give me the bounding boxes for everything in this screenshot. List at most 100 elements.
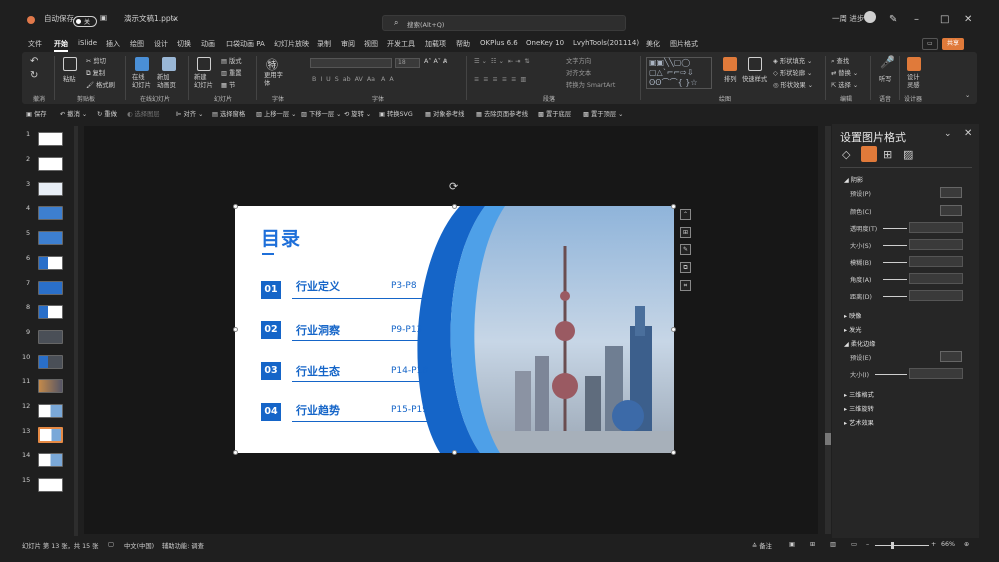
search-box[interactable]: ⌕ 搜索(Alt+Q) xyxy=(382,15,626,31)
undo-icon[interactable]: ↶ xyxy=(30,56,38,67)
canvas-scrollbar[interactable] xyxy=(825,126,831,534)
soft-preset-select[interactable] xyxy=(940,351,962,362)
tab-insert[interactable]: 插入 xyxy=(106,39,120,49)
transparency-slider[interactable] xyxy=(883,228,907,229)
fit-slide-icon[interactable]: ⊕ xyxy=(964,541,969,548)
slide-thumbnail-9[interactable] xyxy=(38,330,63,344)
angle-input[interactable] xyxy=(909,273,963,284)
tab-draw[interactable]: 绘图 xyxy=(130,39,144,49)
qat-selection-pane[interactable]: ▤ 选择窗格 xyxy=(212,109,245,118)
grow-font-icon[interactable]: A˄ A˅ A̷ xyxy=(424,58,447,65)
pane-close-icon[interactable]: ✕ xyxy=(964,128,972,139)
distance-slider[interactable] xyxy=(883,296,907,297)
tab-developer[interactable]: 开发工具 xyxy=(387,39,415,49)
shadow-section[interactable]: ◢ 阴影 xyxy=(844,175,863,184)
arrange-button[interactable]: 排列 xyxy=(724,74,737,83)
slide-thumbnail-15[interactable] xyxy=(38,478,63,492)
share-button[interactable]: 共享 xyxy=(942,38,965,50)
canvas-scroll-thumb[interactable] xyxy=(825,433,831,445)
font-style-buttons[interactable]: B I U S ab AV Aa A A xyxy=(312,76,394,83)
shapes-gallery[interactable]: ▣▣╲╲▢◯ ▢△ˋ⌐⌐⇨⇩ ʘʘ⌒⌒{ }☆ xyxy=(646,57,712,89)
tab-onekey[interactable]: OneKey 10 xyxy=(526,39,564,47)
close-icon[interactable]: ✕ xyxy=(964,14,972,25)
soft-edges-section[interactable]: ◢ 柔化边缘 xyxy=(844,339,875,348)
fill-line-icon[interactable]: ◇ xyxy=(842,148,850,161)
shadow-preset-select[interactable] xyxy=(940,187,962,198)
shape-outline-button[interactable]: ◇ 形状轮廓 ⌄ xyxy=(773,68,812,77)
slideshow-icon[interactable]: ▭ xyxy=(851,541,857,548)
collapse-side-icon[interactable]: ⌃ xyxy=(680,209,691,220)
replace-button[interactable]: ⇄ 替换 ⌄ xyxy=(831,68,858,77)
slide-sorter-icon[interactable]: ⊞ xyxy=(810,541,815,548)
size-input[interactable] xyxy=(909,239,963,250)
designer-button[interactable]: 设计 灵感 xyxy=(907,74,920,90)
list-buttons[interactable]: ☰ ⌄ ☷ ⌄ ⇤ ⇥ ⇅ xyxy=(474,58,530,65)
glow-section[interactable]: ▸ 发光 xyxy=(844,325,861,334)
soft-size-input[interactable] xyxy=(909,368,963,379)
paste-icon[interactable] xyxy=(63,57,77,71)
style-icon[interactable]: ✎ xyxy=(680,244,691,255)
tab-file[interactable]: 文件 xyxy=(28,39,42,49)
pen-icon[interactable]: ✎ xyxy=(889,14,897,25)
font-size-select[interactable]: 18 xyxy=(395,58,420,68)
resize-handle[interactable] xyxy=(671,204,676,209)
new-slide-button[interactable]: 新建 幻灯片 xyxy=(194,74,213,90)
reset-button[interactable]: ▥ 重置 xyxy=(221,68,242,77)
language-indicator[interactable]: 中文(中国) xyxy=(124,541,154,550)
qat-bring-to-front[interactable]: ▩ 置于顶层 ⌄ xyxy=(583,109,623,118)
online-slides-button[interactable]: 在线 幻灯片 xyxy=(132,74,151,90)
online-slides-icon[interactable] xyxy=(135,57,149,71)
resize-handle[interactable] xyxy=(671,327,676,332)
tab-help[interactable]: 帮助 xyxy=(456,39,470,49)
copy-style-icon[interactable]: ⧉ xyxy=(680,262,691,273)
tab-okplus[interactable]: OKPlus 6.6 xyxy=(480,39,518,47)
copy-button[interactable]: ⧉ 复制 xyxy=(86,68,105,78)
cut-button[interactable]: ✂ 剪切 xyxy=(86,56,106,65)
minimize-icon[interactable]: – xyxy=(914,14,919,25)
file-name[interactable]: 演示文稿1.pptx xyxy=(124,13,178,24)
tab-slideshow[interactable]: 幻灯片放映 xyxy=(274,39,309,49)
normal-view-icon[interactable]: ▣ xyxy=(789,541,795,548)
select-button[interactable]: ⇱ 选择 ⌄ xyxy=(831,80,858,89)
pane-options-icon[interactable]: ⌄ xyxy=(944,129,952,139)
resize-handle[interactable] xyxy=(452,204,457,209)
zoom-out-icon[interactable]: – xyxy=(866,541,869,548)
redo-icon[interactable]: ↻ xyxy=(30,70,38,81)
crop-icon[interactable]: ⌗ xyxy=(680,280,691,291)
zoom-slider[interactable] xyxy=(875,545,929,546)
size-properties-icon[interactable]: ⊞ xyxy=(883,148,892,161)
reflection-section[interactable]: ▸ 映像 xyxy=(844,311,861,320)
quick-style-icon[interactable] xyxy=(748,57,762,71)
text-direction-button[interactable]: 文字方向 xyxy=(566,56,591,65)
qat-convert-svg[interactable]: ▣ 转换SVG xyxy=(379,109,413,118)
blur-input[interactable] xyxy=(909,256,963,267)
tab-animations[interactable]: 动画 xyxy=(201,39,215,49)
slide-thumbnail-4[interactable] xyxy=(38,206,63,220)
slide-thumbnail-10[interactable] xyxy=(38,355,63,369)
shadow-color-select[interactable] xyxy=(940,205,962,216)
paste-button[interactable]: 粘贴 xyxy=(63,74,76,83)
qat-save[interactable]: ▣ 保存 xyxy=(26,109,47,118)
format-painter-button[interactable]: 🖌 格式刷 xyxy=(86,80,115,89)
find-button[interactable]: ⌕ 查找 xyxy=(831,56,849,66)
threed-rotation-section[interactable]: ▸ 三维旋转 xyxy=(844,404,874,413)
notes-button[interactable]: ≙ 备注 xyxy=(752,541,772,550)
resize-handle[interactable] xyxy=(233,327,238,332)
qat-send-to-back[interactable]: ▩ 置于底层 xyxy=(538,109,571,118)
tab-picture-format[interactable]: 图片格式 xyxy=(670,39,698,49)
quick-style-button[interactable]: 快速样式 xyxy=(742,74,767,83)
qat-select-layer[interactable]: ◐ 选择图层 xyxy=(127,109,160,118)
shape-effect-button[interactable]: ◎ 形状效果 ⌄ xyxy=(773,80,813,89)
soft-size-slider[interactable] xyxy=(875,374,907,375)
save-icon[interactable]: ▣ xyxy=(100,13,107,22)
new-animation-icon[interactable] xyxy=(162,57,176,71)
slide-thumbnail-7[interactable] xyxy=(38,281,63,295)
chevron-down-icon[interactable]: ⌄ xyxy=(171,13,177,22)
slide-thumbnail-6[interactable] xyxy=(38,256,63,270)
tab-addins[interactable]: 加载项 xyxy=(425,39,446,49)
tab-beautify[interactable]: 美化 xyxy=(646,39,660,49)
qat-object-guides[interactable]: ▦ 对象参考线 xyxy=(425,109,464,118)
tab-home[interactable]: 开始 xyxy=(54,39,68,49)
picture-icon[interactable]: ▨ xyxy=(903,148,913,161)
qat-bring-forward[interactable]: ▧ 上移一层 ⌄ xyxy=(256,109,296,118)
